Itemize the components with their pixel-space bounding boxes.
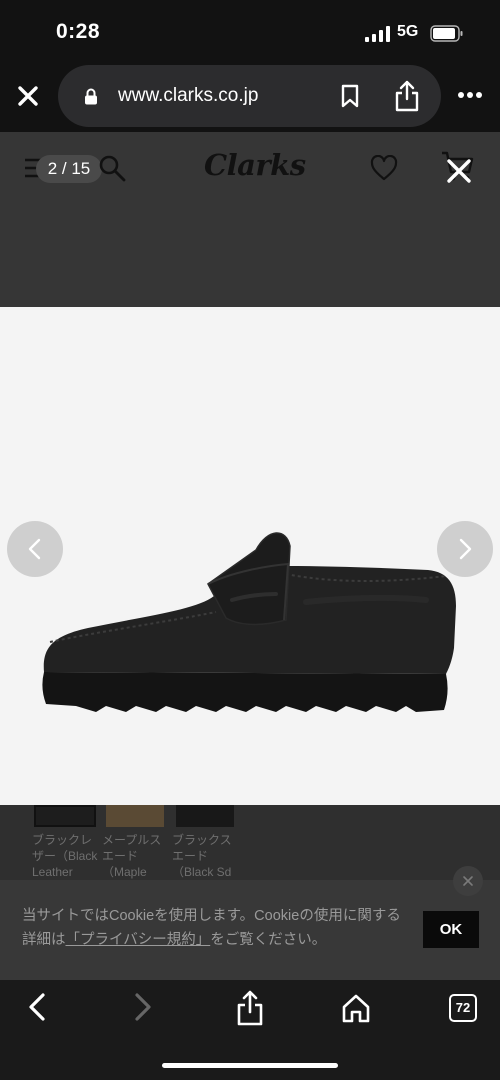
product-image-shoe [42, 532, 456, 712]
cookie-message: 当サイトではCookieを使用します。Cookieの使用に関する詳細は「プライバ… [22, 904, 412, 952]
gallery-counter: 2 / 15 [36, 155, 102, 183]
forward-icon[interactable] [131, 992, 155, 1022]
cookie-text-after: をご覧ください。 [210, 932, 327, 948]
chevron-left-icon [28, 538, 41, 560]
close-icon[interactable] [15, 83, 41, 109]
heart-icon[interactable] [370, 155, 398, 181]
privacy-policy-link[interactable]: 「プライバシー規約」 [66, 932, 211, 948]
swatch-image-black-suede[interactable] [176, 805, 234, 827]
lock-icon [85, 88, 97, 105]
close-icon [463, 876, 473, 886]
close-icon[interactable] [444, 156, 474, 186]
status-time: 0:28 [56, 20, 101, 43]
search-icon[interactable] [98, 154, 126, 182]
brand-logo[interactable]: Clarks [204, 148, 306, 182]
swatch-label[interactable]: ブラックスエード（Black Sd [172, 832, 242, 880]
battery-icon [430, 25, 463, 42]
swatch-image-maple-suede[interactable] [106, 805, 164, 827]
url-text[interactable]: www.clarks.co.jp [118, 85, 258, 107]
share-icon[interactable] [393, 80, 421, 112]
back-icon[interactable] [25, 992, 49, 1022]
tabs-button[interactable]: 72 [449, 994, 477, 1022]
cookie-ok-button[interactable]: OK [423, 911, 479, 948]
network-type: 5G [397, 23, 419, 40]
next-image-button[interactable] [437, 521, 493, 577]
swatch-image-black-leather[interactable] [34, 805, 96, 827]
cookie-close-button[interactable] [453, 866, 483, 896]
home-icon[interactable] [341, 993, 371, 1023]
swatch-label[interactable]: ブラックレザー（Black Leather [32, 832, 102, 880]
bookmark-icon[interactable] [340, 84, 360, 108]
chevron-right-icon [459, 538, 472, 560]
previous-image-button[interactable] [7, 521, 63, 577]
home-indicator[interactable] [162, 1063, 338, 1068]
signal-icon [365, 26, 390, 42]
more-icon[interactable] [457, 90, 483, 100]
share-icon[interactable] [236, 990, 264, 1026]
